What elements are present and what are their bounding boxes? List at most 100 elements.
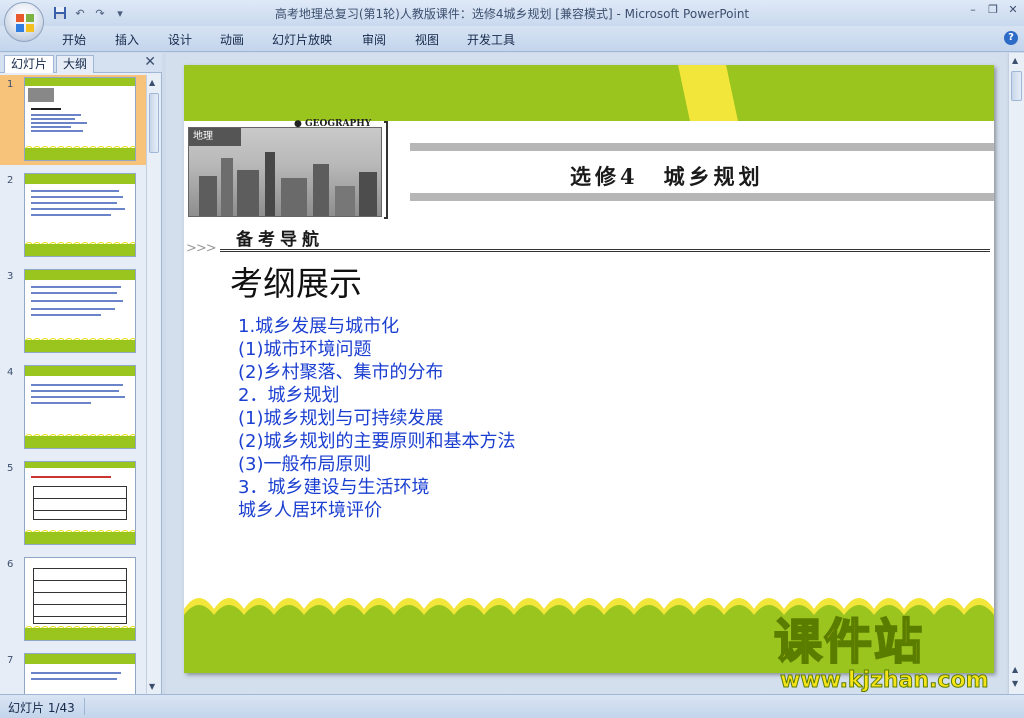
minimize-button[interactable]: – — [966, 3, 980, 17]
tab-slideshow[interactable]: 幻灯片放映 — [272, 31, 332, 48]
thumbnail-slide[interactable] — [24, 461, 136, 545]
thumb-line — [31, 672, 121, 674]
help-icon[interactable]: ? — [1004, 31, 1018, 45]
thumb-band — [25, 270, 135, 280]
thumbnail-number: 7 — [7, 655, 14, 666]
thumb-band — [25, 654, 135, 664]
header-band-top — [410, 143, 994, 151]
thumb-line — [31, 384, 123, 386]
outline-item: 城乡人居环境评价 — [238, 500, 382, 521]
slide-body-text[interactable]: 1.城乡发展与城市化 (1)城市环境问题 (2)乡村聚落、集市的分布 2．城乡规… — [238, 315, 758, 522]
thumb-band — [25, 462, 135, 468]
thumbnail-row[interactable]: 6 — [0, 555, 146, 645]
outline-item: (3)一般布局原则 — [238, 454, 372, 475]
scroll-thumb[interactable] — [1011, 71, 1022, 101]
thumbnail-slide[interactable] — [24, 365, 136, 449]
window-title: 高考地理总复习(第1轮)人教版课件：选修4城乡规划 [兼容模式] - Micro… — [274, 7, 750, 21]
thumbnail-row[interactable]: 1 — [0, 75, 146, 165]
photo-tag: 地理 — [189, 128, 241, 146]
scroll-thumb[interactable] — [149, 93, 159, 153]
restore-button[interactable]: ❐ — [986, 3, 1000, 17]
thumbnail-row[interactable]: 5 — [0, 459, 146, 549]
tab-insert[interactable]: 插入 — [115, 31, 139, 48]
thumbnail-slide[interactable] — [24, 557, 136, 641]
tab-animation[interactable]: 动画 — [220, 31, 244, 48]
thumb-band — [25, 628, 135, 640]
thumb-table — [33, 486, 127, 520]
tab-design[interactable]: 设计 — [168, 31, 192, 48]
scroll-up-icon[interactable]: ▲ — [1012, 56, 1018, 65]
slide-editor: 地理 ● GEOGRAPHY 选修4 城乡规划 >>> 备考导航 考纲展示 1.… — [166, 53, 1006, 694]
thumbnail-number: 2 — [7, 175, 14, 186]
title-bar: ↶ ↷ ▾ 高考地理总复习(第1轮)人教版课件：选修4城乡规划 [兼容模式] -… — [0, 0, 1024, 26]
outline-item: (2)乡村聚落、集市的分布 — [238, 362, 444, 383]
thumb-line — [31, 390, 119, 392]
slide-counter: 幻灯片 1/43 — [8, 701, 75, 715]
photo-bracket — [384, 121, 388, 219]
tab-developer[interactable]: 开发工具 — [467, 31, 515, 48]
building-shape — [221, 158, 233, 216]
thumb-line — [31, 196, 123, 198]
thumb-band — [25, 436, 135, 448]
editor-scrollbar[interactable]: ▲ ▲ ▼ — [1008, 53, 1024, 694]
thumb-line — [31, 208, 125, 210]
thumbnail-slide[interactable] — [24, 77, 136, 161]
thumb-band — [25, 340, 135, 352]
nav-arrows: >>> — [186, 241, 217, 256]
tab-home[interactable]: 开始 — [62, 31, 86, 48]
thumbnail-number: 5 — [7, 463, 14, 474]
slide-title[interactable]: 考纲展示 — [230, 257, 362, 305]
thumbnail-row[interactable]: 4 — [0, 363, 146, 453]
thumb-table — [33, 568, 127, 624]
building-shape — [237, 170, 259, 216]
nav-label: 备考导航 — [236, 230, 324, 250]
scroll-up-icon[interactable]: ▲ — [149, 78, 155, 87]
thumbnail-row[interactable]: 7 — [0, 651, 146, 694]
scroll-down-icon[interactable]: ▼ — [149, 682, 155, 691]
thumb-line — [31, 202, 117, 204]
thumb-line — [31, 114, 81, 116]
close-pane-icon[interactable]: ✕ — [144, 54, 156, 70]
thumb-line — [31, 402, 91, 404]
outline-item: (1)城市环境问题 — [238, 339, 372, 360]
thumbnail-number: 3 — [7, 271, 14, 282]
thumbnail-slide[interactable] — [24, 269, 136, 353]
outline-item: 3．城乡建设与生活环境 — [238, 477, 430, 498]
thumb-photo — [28, 88, 54, 102]
office-logo-icon — [16, 14, 34, 32]
thumb-band — [25, 174, 135, 184]
thumbnail-slide[interactable] — [24, 653, 136, 694]
thumb-line — [31, 214, 111, 216]
thumb-band — [25, 532, 135, 544]
next-slide-icon[interactable]: ▼ — [1012, 679, 1018, 688]
tab-outline[interactable]: 大纲 — [56, 55, 95, 73]
thumb-line — [31, 396, 125, 398]
header-band-bottom — [410, 193, 994, 201]
outline-item: (1)城乡规划与可持续发展 — [238, 408, 444, 429]
tab-slides[interactable]: 幻灯片 — [4, 55, 55, 73]
tab-view[interactable]: 视图 — [415, 31, 439, 48]
previous-slide-icon[interactable]: ▲ — [1012, 665, 1018, 674]
thumb-line — [31, 126, 71, 128]
building-shape — [335, 186, 355, 216]
thumbnail-list: 1 2 3 4 5 6 7 — [0, 75, 146, 694]
thumbnail-number: 1 — [7, 79, 14, 90]
thumbnail-slide[interactable] — [24, 173, 136, 257]
close-button[interactable]: ✕ — [1006, 3, 1020, 17]
thumb-line — [31, 476, 111, 478]
slide-canvas[interactable]: 地理 ● GEOGRAPHY 选修4 城乡规划 >>> 备考导航 考纲展示 1.… — [184, 65, 994, 673]
thumb-line — [31, 108, 61, 110]
outline-item: (2)城乡规划的主要原则和基本方法 — [238, 431, 516, 452]
thumb-line — [31, 314, 101, 316]
watermark-logo: 课件站 — [773, 614, 925, 670]
slides-pane: 幻灯片 大纲 ✕ 1 2 3 4 5 6 7 ▲ ▼ — [0, 53, 162, 694]
tab-review[interactable]: 审阅 — [362, 31, 386, 48]
ribbon-tab-bar: 开始 插入 设计 动画 幻灯片放映 审阅 视图 开发工具 ? — [0, 26, 1024, 52]
thumbnail-row[interactable]: 2 — [0, 171, 146, 261]
thumbnail-number: 6 — [7, 559, 14, 570]
thumbnail-row[interactable]: 3 — [0, 267, 146, 357]
window-controls: – ❐ ✕ — [966, 3, 1020, 17]
office-button[interactable] — [4, 2, 44, 42]
thumbnail-scrollbar[interactable]: ▲ ▼ — [146, 75, 160, 694]
outline-item: 1.城乡发展与城市化 — [238, 316, 400, 337]
